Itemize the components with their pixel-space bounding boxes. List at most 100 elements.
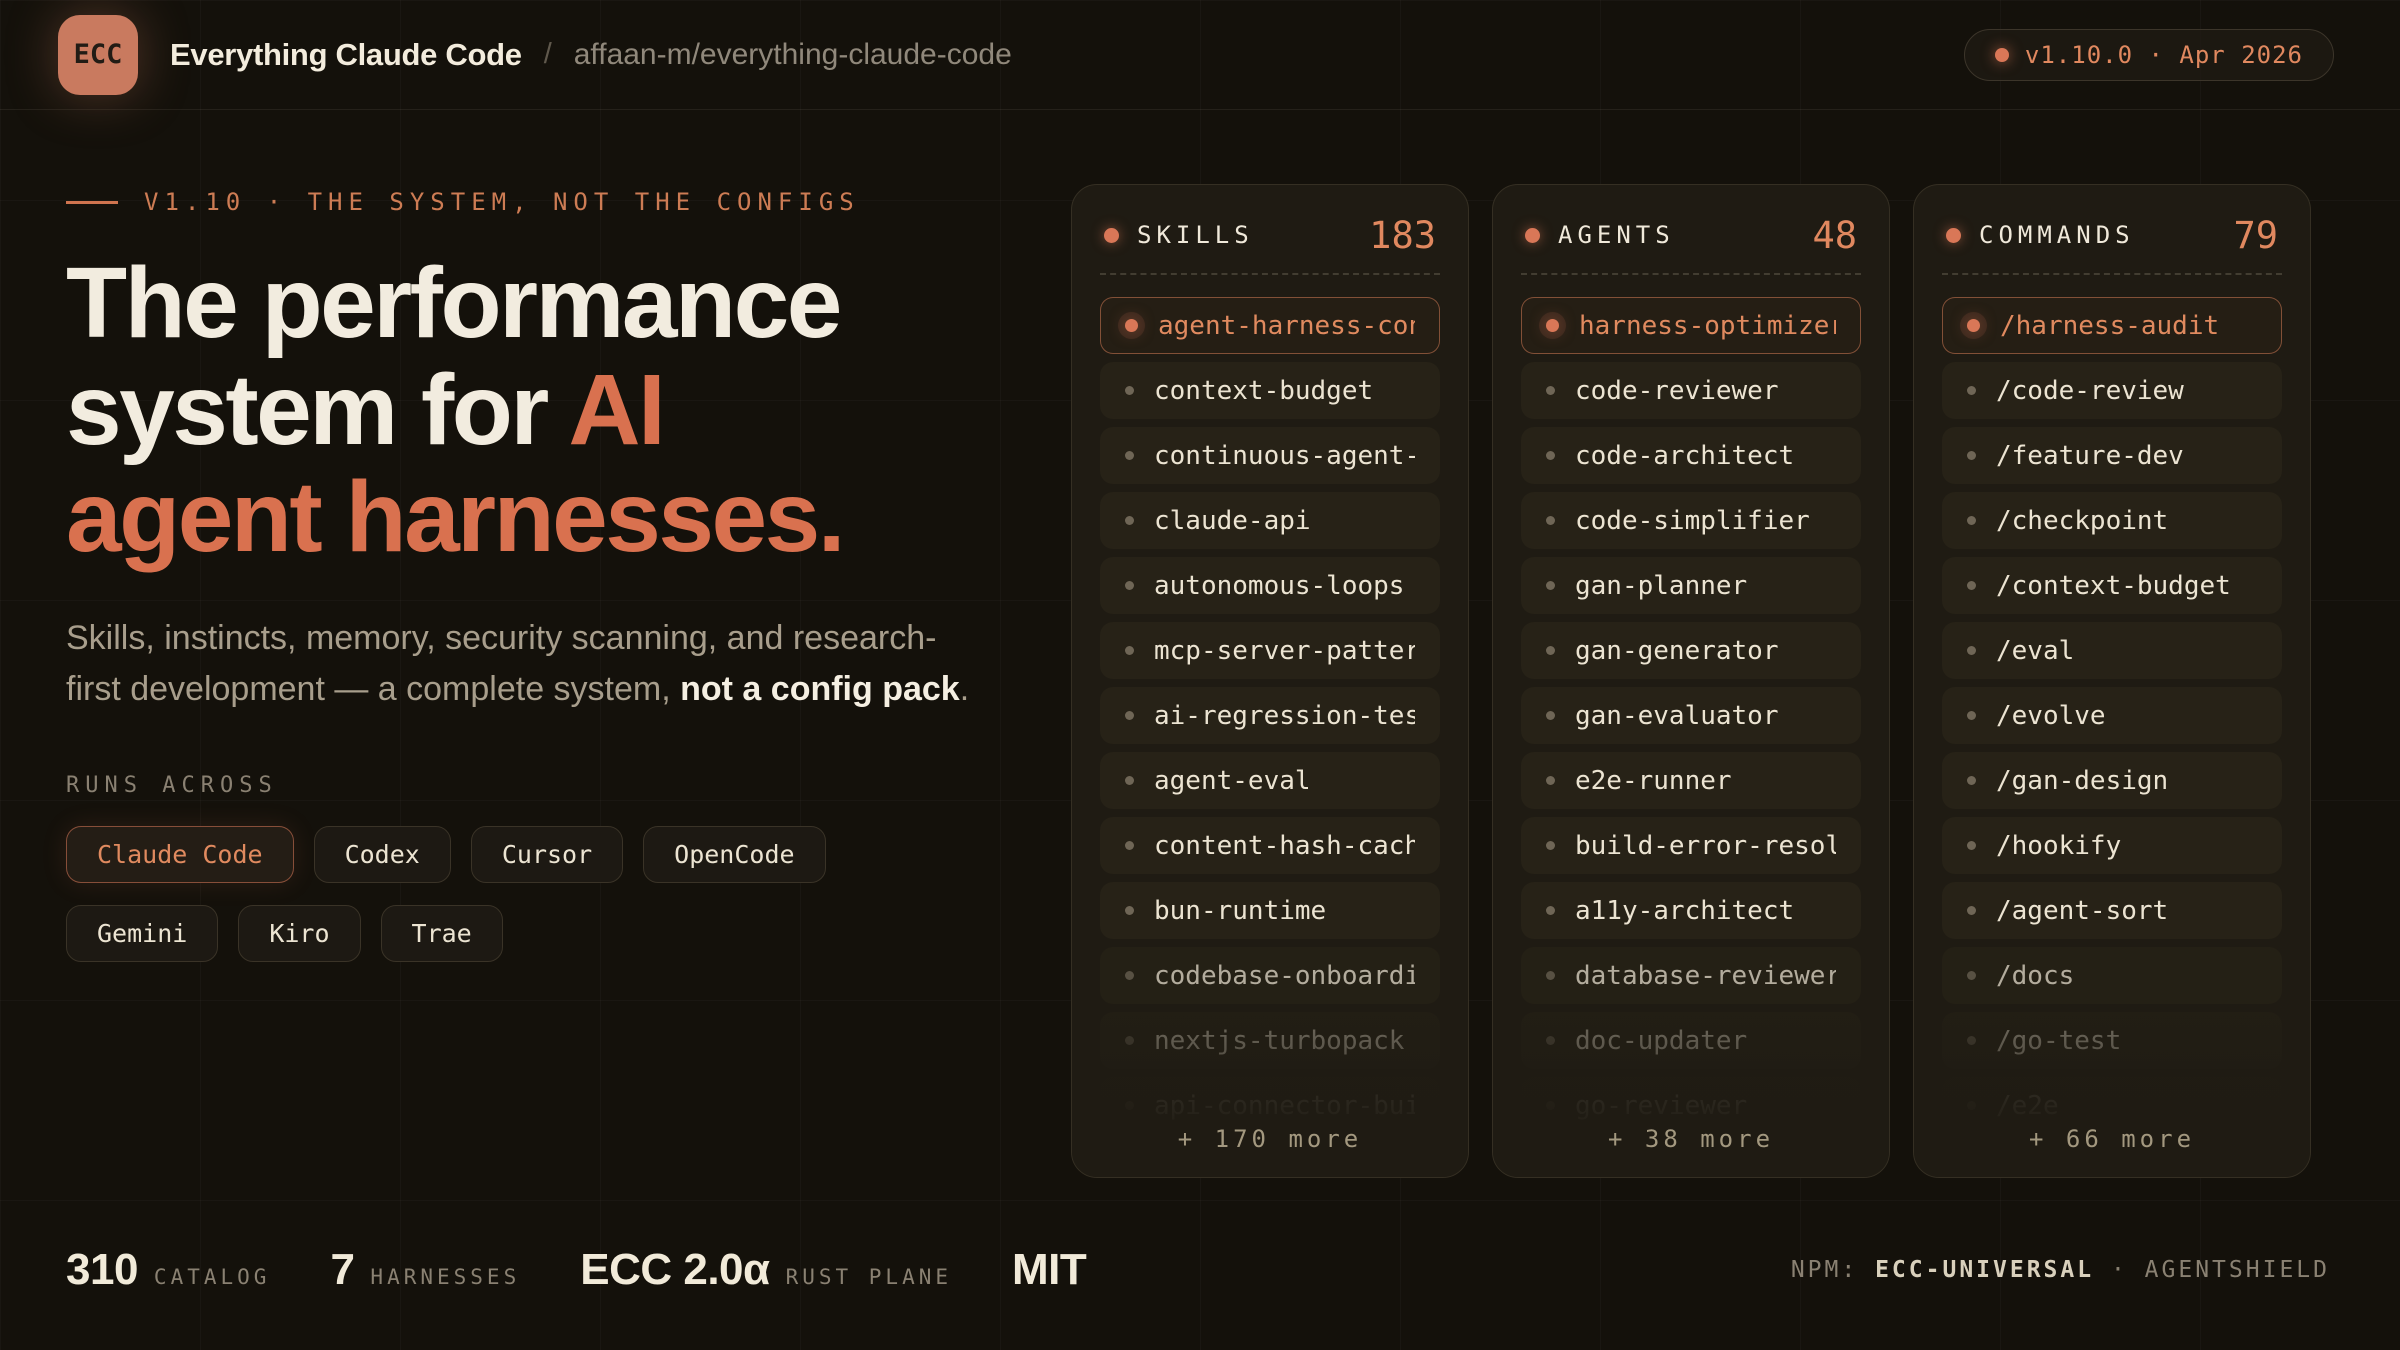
list-item[interactable]: context-budget (1100, 362, 1440, 419)
item-label: /go-test (1996, 1026, 2121, 1056)
item-dot-icon (1125, 451, 1134, 460)
item-dot-icon (1125, 516, 1134, 525)
list-item[interactable]: /checkpoint (1942, 492, 2282, 549)
harness-pill[interactable]: OpenCode (643, 826, 825, 883)
list-item[interactable]: gan-planner (1521, 557, 1861, 614)
list-item[interactable]: a11y-architect (1521, 882, 1861, 939)
list-item[interactable]: /context-budget (1942, 557, 2282, 614)
item-dot-icon (1967, 516, 1976, 525)
column-header: COMMANDS79 (1942, 215, 2282, 255)
harness-pill[interactable]: Codex (314, 826, 451, 883)
list-item[interactable]: /harness-audit (1942, 297, 2282, 354)
list-item[interactable]: code-architect (1521, 427, 1861, 484)
list-item[interactable]: autonomous-loops (1100, 557, 1440, 614)
item-dot-icon (1125, 971, 1134, 980)
list-item[interactable]: claude-api (1100, 492, 1440, 549)
item-dot-icon (1546, 906, 1555, 915)
item-label: claude-api (1154, 506, 1311, 536)
list-item[interactable]: agent-harness-constr… (1100, 297, 1440, 354)
item-dot-icon (1967, 646, 1976, 655)
list-item[interactable]: codebase-onboarding (1100, 947, 1440, 1004)
item-dot-icon (1125, 319, 1138, 332)
list-item[interactable]: doc-updater (1521, 1012, 1861, 1069)
list-item[interactable]: database-reviewer (1521, 947, 1861, 1004)
list-item[interactable]: /evolve (1942, 687, 2282, 744)
column-title: AGENTS (1558, 221, 1675, 249)
list-item[interactable]: build-error-resolver (1521, 817, 1861, 874)
harness-pill[interactable]: Trae (381, 905, 503, 962)
column-list: agent-harness-constr… context-budget conti… (1100, 297, 1440, 1134)
list-item[interactable]: /go-test (1942, 1012, 2282, 1069)
item-dot-icon (1967, 841, 1976, 850)
list-item[interactable]: harness-optimizer (1521, 297, 1861, 354)
item-dot-icon (1125, 646, 1134, 655)
harness-pill[interactable]: Gemini (66, 905, 218, 962)
item-dot-icon (1967, 906, 1976, 915)
list-item[interactable]: code-reviewer (1521, 362, 1861, 419)
column-divider (1100, 273, 1440, 275)
item-label: gan-planner (1575, 571, 1747, 601)
item-dot-icon (1125, 1101, 1134, 1110)
item-dot-icon (1546, 711, 1555, 720)
runs-across-label: RUNS ACROSS (66, 773, 1016, 798)
headline-accent: agent harnesses. (66, 461, 843, 573)
list-item[interactable]: gan-evaluator (1521, 687, 1861, 744)
item-label: context-budget (1154, 376, 1373, 406)
list-item[interactable]: /feature-dev (1942, 427, 2282, 484)
app-title: Everything Claude Code (170, 37, 522, 73)
version-badge[interactable]: v1.10.0 · Apr 2026 (1964, 29, 2334, 81)
item-label: database-reviewer (1575, 961, 1836, 991)
list-item[interactable]: /agent-sort (1942, 882, 2282, 939)
item-label: /docs (1996, 961, 2074, 991)
list-item[interactable]: code-simplifier (1521, 492, 1861, 549)
list-item[interactable]: continuous-agent-loop (1100, 427, 1440, 484)
harness-pill[interactable]: Claude Code (66, 826, 294, 883)
item-dot-icon (1125, 581, 1134, 590)
item-label: api-connector-builder (1154, 1091, 1415, 1121)
list-item[interactable]: content-hash-cache-p… (1100, 817, 1440, 874)
stat-label: RUST PLANE (786, 1265, 952, 1289)
item-label: /agent-sort (1996, 896, 2168, 926)
list-item[interactable]: agent-eval (1100, 752, 1440, 809)
headline-accent: AI (568, 354, 663, 466)
list-item[interactable]: e2e-runner (1521, 752, 1861, 809)
harness-pill[interactable]: Cursor (471, 826, 623, 883)
item-dot-icon (1967, 581, 1976, 590)
item-dot-icon (1546, 841, 1555, 850)
list-item[interactable]: /eval (1942, 622, 2282, 679)
item-dot-icon (1967, 971, 1976, 980)
list-item[interactable]: /code-review (1942, 362, 2282, 419)
list-item[interactable]: /gan-design (1942, 752, 2282, 809)
app-header: ECC Everything Claude Code / affaan-m/ev… (0, 0, 2400, 110)
item-label: code-simplifier (1575, 506, 1810, 536)
list-item[interactable]: ai-regression-testing (1100, 687, 1440, 744)
list-item[interactable]: /hookify (1942, 817, 2282, 874)
item-dot-icon (1967, 386, 1976, 395)
app-logo[interactable]: ECC (58, 15, 138, 95)
item-label: harness-optimizer (1579, 311, 1836, 341)
column-agents: AGENTS 48 harness-optimizer code-reviewer co… (1492, 184, 1890, 1178)
repo-breadcrumb[interactable]: affaan-m/everything-claude-code (574, 38, 1012, 72)
item-dot-icon (1546, 776, 1555, 785)
breadcrumb-separator: / (544, 38, 552, 71)
version-text: v1.10.0 · Apr 2026 (2025, 41, 2303, 69)
list-item[interactable]: gan-generator (1521, 622, 1861, 679)
item-label: build-error-resolver (1575, 831, 1836, 861)
harness-pill[interactable]: Kiro (238, 905, 360, 962)
item-label: bun-runtime (1154, 896, 1326, 926)
hero-subtitle: Skills, instincts, memory, security scan… (66, 613, 1016, 715)
list-item[interactable]: nextjs-turbopack (1100, 1012, 1440, 1069)
list-item[interactable]: mcp-server-patterns (1100, 622, 1440, 679)
item-dot-icon (1546, 516, 1555, 525)
column-count: 48 (1812, 214, 1857, 257)
item-label: agent-harness-constr… (1158, 311, 1415, 341)
item-dot-icon (1967, 451, 1976, 460)
item-dot-icon (1125, 1036, 1134, 1045)
list-item[interactable]: /docs (1942, 947, 2282, 1004)
list-item[interactable]: bun-runtime (1100, 882, 1440, 939)
stat-value: 7 (330, 1245, 354, 1295)
item-label: code-reviewer (1575, 376, 1779, 406)
column-dot-icon (1525, 228, 1540, 243)
item-label: doc-updater (1575, 1026, 1747, 1056)
item-label: gan-generator (1575, 636, 1779, 666)
